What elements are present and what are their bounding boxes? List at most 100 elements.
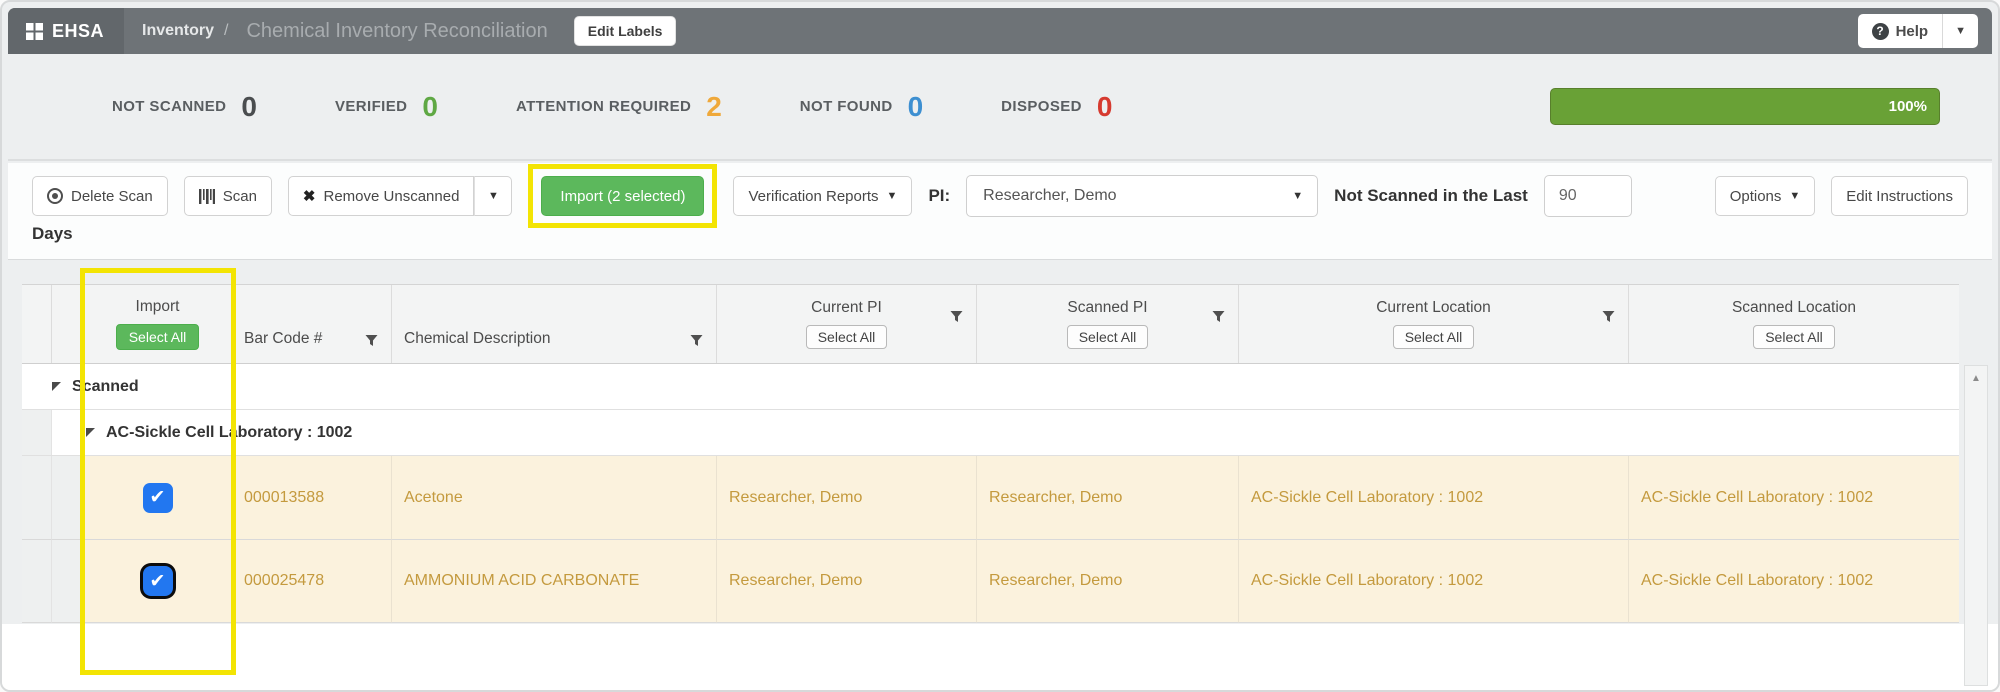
pi-selected-value: Researcher, Demo: [983, 187, 1292, 205]
stat-value: 0: [422, 91, 438, 123]
stat-value: 0: [908, 91, 924, 123]
x-icon: ✖: [303, 187, 316, 205]
group-indent: [22, 410, 52, 455]
import-checkbox[interactable]: ✔: [143, 566, 173, 596]
stat-not-scanned: NOT SCANNED 0: [112, 91, 257, 123]
stat-label: DISPOSED: [1001, 98, 1082, 115]
collapse-triangle-icon[interactable]: [86, 428, 95, 437]
days-input[interactable]: [1544, 175, 1632, 217]
column-header-scanned-pi: Scanned PI Select All: [977, 285, 1239, 363]
page-title: Chemical Inventory Reconciliation: [246, 20, 547, 43]
status-band: NOT SCANNED 0 VERIFIED 0 ATTENTION REQUI…: [8, 54, 1992, 161]
help-button-group: ? Help ▼: [1858, 14, 1978, 48]
not-scanned-in-last-label: Not Scanned in the Last: [1334, 186, 1528, 206]
cell-chemical: AMMONIUM ACID CARBONATE: [392, 540, 717, 623]
import-checkbox[interactable]: ✔: [143, 483, 173, 513]
column-header-import: Import Select All: [84, 285, 232, 363]
group-label: Scanned: [72, 378, 139, 396]
chevron-down-icon: ▼: [887, 190, 898, 202]
collapse-triangle-icon[interactable]: [52, 382, 61, 391]
breadcrumb-inventory[interactable]: Inventory: [142, 22, 214, 40]
cell-current-pi: Researcher, Demo: [717, 456, 977, 540]
column-header-chemical-description: Chemical Description: [392, 285, 717, 363]
scan-progress-bar: 100%: [1550, 88, 1940, 125]
filter-icon[interactable]: [949, 310, 964, 324]
scanned-pi-select-all-button[interactable]: Select All: [1067, 325, 1149, 349]
scanned-location-select-all-button[interactable]: Select All: [1753, 325, 1835, 349]
cell-scanned-location: AC-Sickle Cell Laboratory : 1002: [1629, 456, 1959, 540]
delete-scan-button[interactable]: Delete Scan: [32, 176, 168, 216]
grid-header-row: Import Select All Bar Code # Chemical De…: [22, 284, 1959, 364]
help-dropdown-toggle[interactable]: ▼: [1942, 14, 1978, 48]
column-header-current-location: Current Location Select All: [1239, 285, 1629, 363]
stat-label: NOT SCANNED: [112, 98, 226, 115]
vertical-scrollbar[interactable]: ▲: [1964, 365, 1988, 686]
chevron-down-icon: ▼: [1292, 190, 1303, 202]
days-label: Days: [32, 224, 73, 243]
pi-label: PI:: [928, 186, 950, 206]
cell-scanned-location: AC-Sickle Cell Laboratory : 1002: [1629, 540, 1959, 623]
current-pi-select-all-button[interactable]: Select All: [806, 325, 888, 349]
filter-icon[interactable]: [1211, 310, 1226, 324]
help-icon: ?: [1872, 23, 1889, 40]
barcode-icon: [199, 189, 215, 204]
current-location-select-all-button[interactable]: Select All: [1393, 325, 1475, 349]
edit-instructions-button[interactable]: Edit Instructions: [1831, 176, 1968, 216]
scroll-up-icon[interactable]: ▲: [1965, 366, 1987, 390]
cell-current-location: AC-Sickle Cell Laboratory : 1002: [1239, 540, 1629, 623]
breadcrumb-separator: /: [224, 22, 228, 40]
top-bar: EHSA Inventory / Chemical Inventory Reco…: [8, 8, 1992, 54]
help-label: Help: [1896, 23, 1929, 40]
remove-unscanned-dropdown-toggle[interactable]: ▼: [474, 176, 512, 216]
progress-percent: 100%: [1889, 98, 1927, 115]
cell-import: ✔: [84, 456, 232, 540]
scan-button[interactable]: Scan: [184, 176, 272, 216]
delete-scan-icon: [47, 188, 63, 204]
stat-value: 0: [1097, 91, 1113, 123]
import-button[interactable]: Import (2 selected): [541, 176, 704, 216]
grid-empty-area: [2, 624, 1998, 690]
brand-name: EHSA: [52, 21, 104, 42]
subgroup-label: AC-Sickle Cell Laboratory : 1002: [106, 424, 352, 442]
group-row-scanned: Scanned: [22, 364, 1959, 410]
stat-disposed: DISPOSED 0: [1001, 91, 1112, 123]
cell-barcode: 000025478: [232, 540, 392, 623]
help-button[interactable]: ? Help: [1858, 23, 1943, 40]
expander-column-header: [52, 285, 84, 363]
toolbar: Delete Scan Scan ✖ Remove Unscanned ▼ Im…: [8, 163, 1992, 260]
app-logo[interactable]: EHSA: [8, 8, 124, 54]
filter-icon[interactable]: [689, 334, 704, 348]
pi-select[interactable]: Researcher, Demo ▼: [966, 175, 1318, 217]
filter-icon[interactable]: [364, 334, 379, 348]
cell-chemical: Acetone: [392, 456, 717, 540]
stat-label: ATTENTION REQUIRED: [516, 98, 691, 115]
cell-barcode: 000013588: [232, 456, 392, 540]
filter-icon[interactable]: [1601, 310, 1616, 324]
stat-value: 2: [706, 91, 722, 123]
verification-reports-button[interactable]: Verification Reports ▼: [733, 176, 912, 216]
column-header-scanned-location: Scanned Location Select All: [1629, 285, 1959, 363]
edit-labels-button[interactable]: Edit Labels: [574, 16, 677, 46]
import-select-all-button[interactable]: Select All: [116, 324, 200, 350]
stat-value: 0: [241, 91, 257, 123]
column-header-current-pi: Current PI Select All: [717, 285, 977, 363]
stat-label: NOT FOUND: [800, 98, 893, 115]
cell-scanned-pi: Researcher, Demo: [977, 540, 1239, 623]
cell-current-location: AC-Sickle Cell Laboratory : 1002: [1239, 456, 1629, 540]
remove-unscanned-button[interactable]: ✖ Remove Unscanned: [288, 176, 475, 216]
stat-label: VERIFIED: [335, 98, 407, 115]
grid-icon: [26, 23, 43, 40]
cell-import: ✔: [84, 540, 232, 623]
options-button[interactable]: Options ▼: [1715, 176, 1816, 216]
stat-attention-required: ATTENTION REQUIRED 2: [516, 91, 722, 123]
remove-unscanned-split-button: ✖ Remove Unscanned ▼: [288, 176, 513, 216]
cell-current-pi: Researcher, Demo: [717, 540, 977, 623]
table-row: ✔ 000013588 Acetone Researcher, Demo Res…: [22, 456, 1959, 540]
table-row: ✔ 000025478 AMMONIUM ACID CARBONATE Rese…: [22, 540, 1959, 623]
chevron-down-icon: ▼: [1789, 190, 1800, 202]
import-button-highlight: Import (2 selected): [528, 164, 717, 228]
app-window: EHSA Inventory / Chemical Inventory Reco…: [0, 0, 2000, 692]
reconciliation-grid: Import Select All Bar Code # Chemical De…: [22, 284, 1959, 623]
column-header-barcode: Bar Code #: [232, 285, 392, 363]
cell-scanned-pi: Researcher, Demo: [977, 456, 1239, 540]
